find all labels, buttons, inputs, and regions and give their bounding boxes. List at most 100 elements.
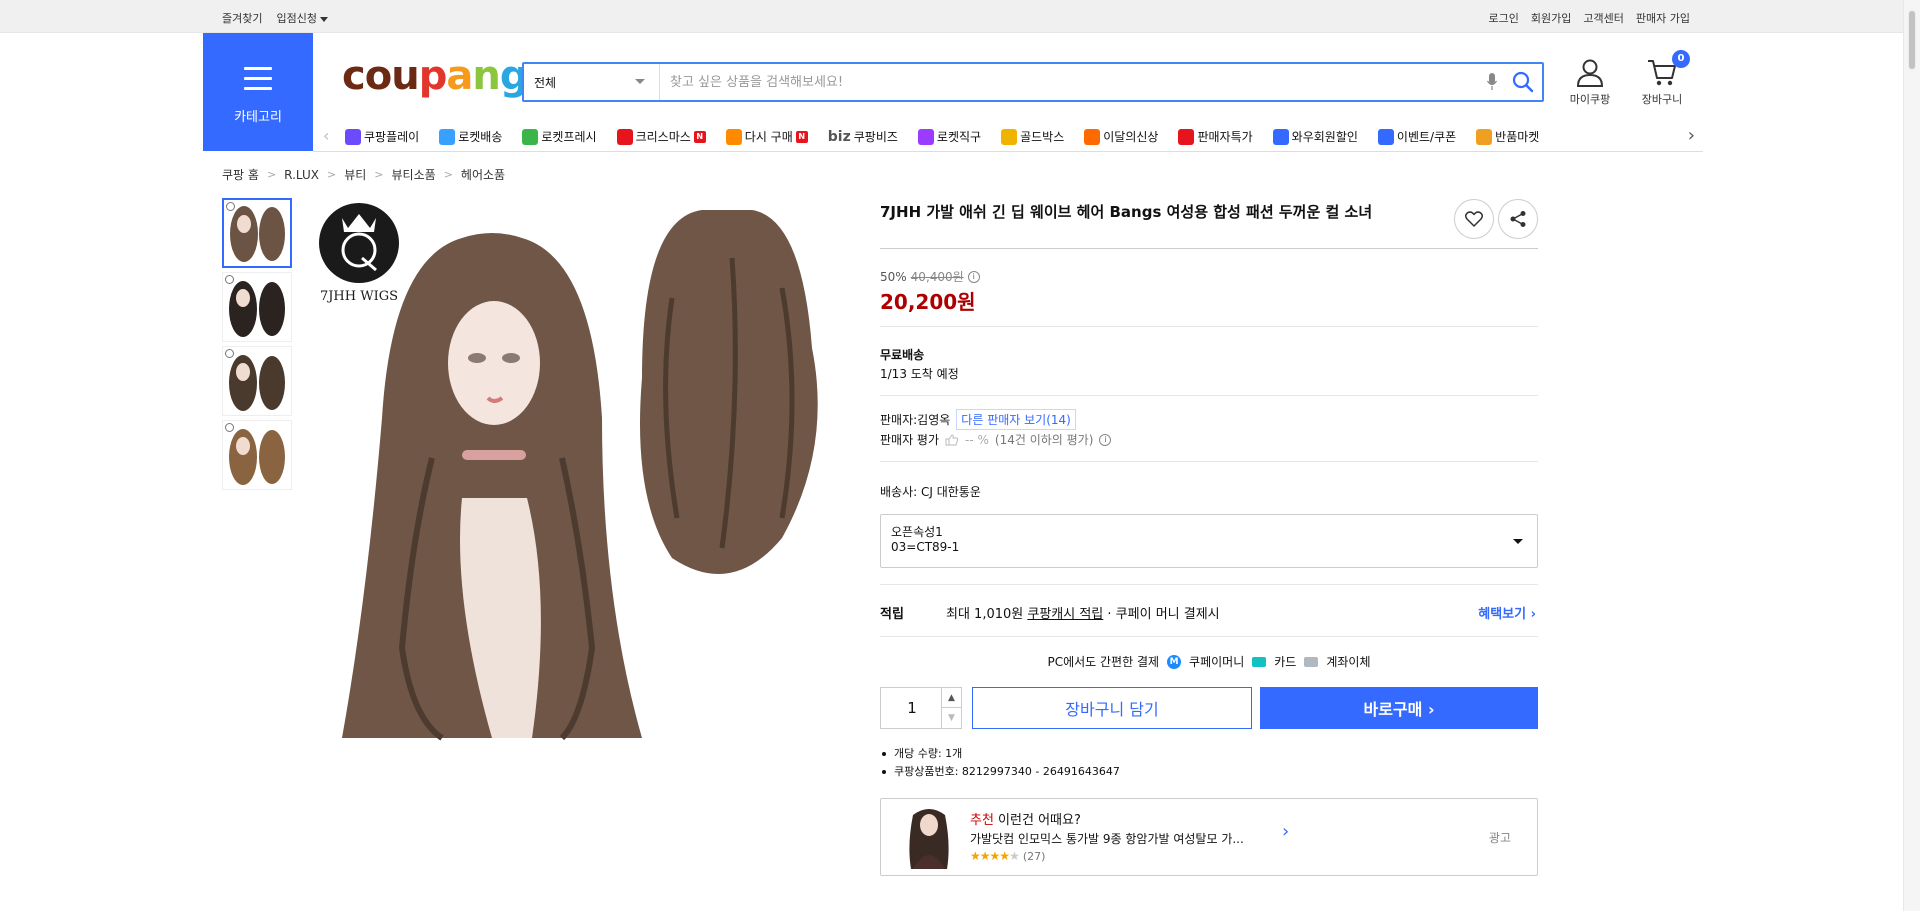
- scrollbar-thumb[interactable]: [1908, 10, 1916, 70]
- recommendation-card[interactable]: 추천 이런건 어때요? 가발닷컴 인모믹스 통가발 9종 항암가발 여성탈모 가…: [880, 798, 1538, 876]
- thumbnail-1[interactable]: [222, 198, 292, 268]
- chevron-right-icon: >: [326, 168, 337, 181]
- brand-logo-text: 7JHH WIGS: [320, 289, 398, 304]
- breadcrumb-item[interactable]: 뷰티: [344, 166, 366, 183]
- thumbnail-4[interactable]: [222, 420, 292, 490]
- coupang-cash-link[interactable]: 쿠팡캐시 적립: [1027, 607, 1103, 622]
- search-icon[interactable]: [1511, 70, 1535, 94]
- star-empty-icon: ★: [1009, 849, 1020, 863]
- microphone-icon[interactable]: [1487, 73, 1497, 91]
- option-name: 오픈속성1: [891, 525, 943, 539]
- fact-item: 개당 수량: 1개: [880, 745, 1120, 763]
- chevron-right-icon: ›: [1427, 700, 1435, 719]
- rocket-fresh-icon: [522, 128, 539, 145]
- page-scrollbar[interactable]: [1903, 0, 1920, 911]
- reward-amount: 최대 1,010원: [946, 607, 1028, 622]
- wow-icon: [1272, 128, 1289, 145]
- thumb-marker-icon: [226, 202, 235, 211]
- nav-prev-arrow-icon[interactable]: ‹: [323, 126, 329, 145]
- customer-center-link[interactable]: 고객센터: [1583, 10, 1623, 26]
- nav-item[interactable]: biz 쿠팡비즈: [828, 128, 898, 145]
- discount-row: 50% 40,400원 i: [880, 268, 980, 285]
- nav-item[interactable]: 크리스마스 N: [616, 128, 706, 145]
- option-value: 03=CT89-1: [891, 540, 960, 554]
- pay-method-card: 카드: [1274, 655, 1297, 669]
- category-menu-button[interactable]: 카테고리: [203, 33, 313, 151]
- chevron-right-icon[interactable]: ›: [1282, 821, 1289, 842]
- shipping-eta: 1/13 도착 예정: [880, 367, 959, 381]
- nav-item[interactable]: 다시 구매 N: [725, 128, 808, 145]
- nav-item[interactable]: 반품마켓: [1476, 128, 1539, 145]
- thumbnail-2[interactable]: [222, 272, 292, 342]
- dropdown-arrow-icon: [1513, 539, 1523, 544]
- quantity-decrease-icon[interactable]: ▼: [941, 708, 961, 728]
- seller-apply-dropdown[interactable]: 입점신청: [276, 10, 328, 26]
- add-to-cart-button[interactable]: 장바구니 담기: [972, 687, 1252, 729]
- seller-signup-link[interactable]: 판매자 가입: [1636, 10, 1690, 26]
- wig-product-image: 7JHH WIGS: [319, 203, 818, 741]
- rocket-icon: [439, 128, 456, 145]
- nav-item-label: 쿠팡비즈: [853, 130, 898, 144]
- bookmark-link[interactable]: 즐겨찾기: [222, 10, 262, 26]
- buy-now-button[interactable]: 바로구매 ›: [1260, 687, 1538, 729]
- seller-row: 판매자:김영옥 다른 판매자 보기(14): [880, 409, 1076, 430]
- nav-item-label: 쿠팡플레이: [364, 130, 420, 144]
- breadcrumb-item[interactable]: 뷰티소품: [392, 166, 436, 183]
- quantity-input[interactable]: 1: [881, 688, 943, 728]
- cart-count-badge: 0: [1672, 50, 1690, 68]
- chevron-right-icon: ›: [1530, 607, 1536, 622]
- nav-item-label: 다시 구매: [744, 130, 793, 144]
- top-utility-bar: 즐겨찾기 입점신청 로그인 회원가입 고객센터 판매자 가입: [0, 0, 1920, 33]
- nav-item-label: 판매자특가: [1197, 130, 1253, 144]
- my-coupang-button[interactable]: 마이쿠팡: [1562, 58, 1618, 107]
- nav-item-label: 로켓프레시: [541, 130, 597, 144]
- new-badge: N: [795, 130, 808, 143]
- nav-item[interactable]: 골드박스: [1001, 128, 1064, 145]
- nav-item[interactable]: 로켓프레시: [522, 128, 597, 145]
- coupon-icon: [1377, 128, 1394, 145]
- nav-item[interactable]: 로켓직구: [917, 128, 981, 145]
- nav-item[interactable]: 로켓배송: [439, 128, 502, 145]
- signup-link[interactable]: 회원가입: [1531, 10, 1571, 26]
- thumbs-up-icon: [945, 433, 959, 445]
- recommend-tag: 추천: [970, 813, 994, 828]
- other-sellers-link[interactable]: 다른 판매자 보기(14): [956, 409, 1076, 430]
- nav-item[interactable]: 이벤트/쿠폰: [1377, 128, 1457, 145]
- divider: [880, 636, 1538, 637]
- nav-next-arrow-icon[interactable]: ›: [1688, 125, 1695, 146]
- quantity-increase-icon[interactable]: ▲: [941, 688, 961, 708]
- quantity-stepper: 1 ▲ ▼: [880, 687, 962, 729]
- nav-item[interactable]: 와우회원할인: [1272, 128, 1358, 145]
- star-icon: ★: [989, 849, 1001, 863]
- breadcrumb-item[interactable]: 쿠팡 홈: [222, 166, 259, 183]
- percent-icon: [1178, 128, 1195, 145]
- reward-label: 적립: [880, 607, 904, 622]
- breadcrumb-item[interactable]: R.LUX: [284, 168, 319, 182]
- share-button[interactable]: [1498, 199, 1538, 239]
- recommend-description: 가발닷컴 인모믹스 통가발 9종 항암가발 여성탈모 가...: [970, 832, 1244, 846]
- breadcrumb-item[interactable]: 헤어소품: [461, 166, 505, 183]
- wishlist-button[interactable]: [1454, 199, 1494, 239]
- thumbnail-3[interactable]: [222, 346, 292, 416]
- search-scope-select[interactable]: 전체: [524, 64, 660, 100]
- login-link[interactable]: 로그인: [1489, 10, 1519, 26]
- nav-item[interactable]: 쿠팡플레이: [345, 128, 419, 145]
- nav-item-label: 이벤트/쿠폰: [1396, 130, 1457, 144]
- search-input[interactable]: [670, 72, 1470, 92]
- coupang-logo[interactable]: coupang: [342, 54, 528, 98]
- wig-model-image: [909, 809, 949, 869]
- main-product-image[interactable]: 7JHH WIGS: [312, 198, 864, 746]
- benefit-more-link[interactable]: 혜택보기 ›: [1478, 603, 1536, 622]
- option-select[interactable]: 오픈속성1 03=CT89-1: [880, 514, 1538, 568]
- cart-button[interactable]: 0 장바구니: [1632, 50, 1692, 107]
- recommend-head-text: 이런건 어때요?: [993, 813, 1081, 828]
- seller-rating-value: -- %: [965, 432, 989, 447]
- benefit-more-label: 혜택보기: [1478, 607, 1527, 622]
- thumb-marker-icon: [225, 275, 234, 284]
- nav-item[interactable]: 이달의신상: [1084, 128, 1158, 145]
- globe-icon: [917, 128, 934, 145]
- info-icon[interactable]: i: [967, 270, 980, 283]
- info-icon[interactable]: i: [1099, 433, 1112, 446]
- nav-item[interactable]: 판매자특가: [1178, 128, 1253, 145]
- thumb-marker-icon: [225, 423, 234, 432]
